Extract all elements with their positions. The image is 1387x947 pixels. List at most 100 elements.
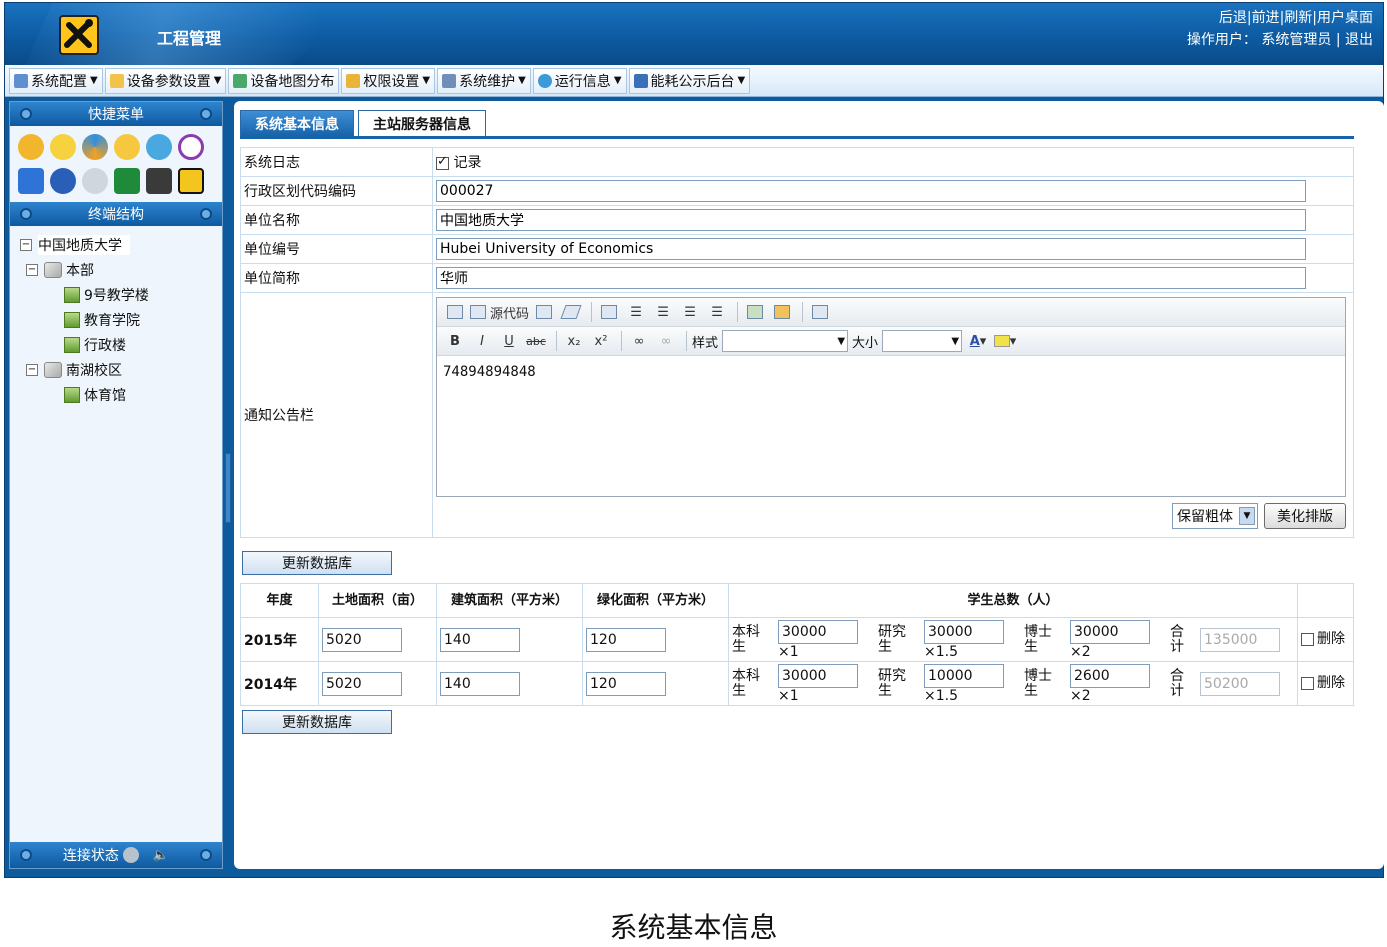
align-justify-icon[interactable]: ☰ [705,301,729,323]
phd-input[interactable]: 30000 [1070,619,1150,644]
tools-icon[interactable] [178,168,204,194]
tree-leaf[interactable]: 行政楼 [20,332,222,357]
land-input[interactable]: 5020 [322,627,402,652]
style-select[interactable]: ▼ [722,330,849,352]
star-icon[interactable] [114,134,140,160]
update-database-button[interactable]: 更新数据库 [242,710,392,734]
menu-device-map[interactable]: 设备地图分布 [228,67,340,94]
align-center-icon[interactable]: ☰ [651,301,675,323]
font-color-icon[interactable]: A ▾ [966,330,990,352]
editor-content[interactable]: 74894894848 [437,356,1345,496]
flash-icon[interactable] [770,301,794,323]
tree-leaf[interactable]: 教育学院 [20,307,222,332]
update-database-button[interactable]: 更新数据库 [242,551,392,575]
collapse-toggle[interactable]: − [20,238,32,251]
align-left-icon[interactable]: ☰ [624,301,648,323]
unlink-icon[interactable]: ∞ [654,330,678,352]
tab-system-basic-info[interactable]: 系统基本信息 [240,110,354,136]
table-icon[interactable] [597,301,621,323]
editor-actions: 保留粗体 ▼ 美化排版 [436,503,1346,529]
strikethrough-icon[interactable]: abc [524,330,548,352]
source-code-button[interactable]: 源代码 [470,301,529,323]
globe-icon[interactable] [50,168,76,194]
settings-icon[interactable] [18,134,44,160]
recycle-icon[interactable] [82,134,108,160]
sidebar-splitter-handle[interactable] [225,453,231,523]
collapse-toggle[interactable]: − [26,363,38,376]
align-right-icon[interactable]: ☰ [678,301,702,323]
forward-link[interactable]: 前进 [1252,10,1280,26]
phd-input[interactable]: 2600 [1070,663,1150,688]
image-icon[interactable] [743,301,767,323]
delete-checkbox[interactable] [1301,633,1314,646]
phd-weight: ×2 [1070,643,1091,660]
subscript-icon[interactable]: x₂ [562,330,586,352]
building-icon [64,286,80,303]
underline-icon[interactable]: U [497,330,521,352]
grad-input[interactable]: 30000 [924,619,1004,644]
size-select[interactable]: ▼ [882,330,963,352]
campus-stats-table: 年度 土地面积（亩） 建筑面积（平方米） 绿化面积（平方米） 学生总数（人） 2… [240,583,1354,706]
terminal-structure-header: 终端结构 [10,202,222,226]
row-year: 2015年 [240,617,319,662]
toolbar-separator [591,302,593,322]
menu-permissions[interactable]: 权限设置 ▼ [341,67,436,94]
tree-leaf[interactable]: 体育馆 [20,382,222,407]
disc-icon[interactable] [82,168,108,194]
pencil-icon[interactable] [50,134,76,160]
tree-branch-main-campus[interactable]: − 本部 [20,257,222,282]
region-code-input[interactable] [436,180,1306,202]
collapse-toggle[interactable]: − [26,263,38,276]
tree-root[interactable]: − 中国地质大学 [20,232,222,257]
source-icon [470,305,486,319]
logout-link[interactable]: 退出 [1345,32,1373,48]
menu-device-params[interactable]: 设备参数设置 ▼ [104,67,227,94]
tools-logo-icon [59,15,99,55]
tree-leaf[interactable]: 9号教学楼 [20,282,222,307]
co-icon[interactable] [114,168,140,194]
refresh-link[interactable]: 刷新 [1284,10,1312,26]
lamp-icon[interactable] [146,168,172,194]
total-label: 合计 [1170,623,1184,655]
beautify-button[interactable]: 美化排版 [1264,503,1346,529]
speaker-icon[interactable]: 🔈 [153,848,169,863]
power-icon[interactable] [178,134,204,160]
grad-input[interactable]: 10000 [924,663,1004,688]
col-header-building: 建筑面积（平方米） [436,583,583,618]
menu-maintenance[interactable]: 系统维护 ▼ [437,67,531,94]
unit-id-input[interactable] [436,238,1306,260]
tree-branch-nanhu-campus[interactable]: − 南湖校区 [20,357,222,382]
delete-checkbox[interactable] [1301,677,1314,690]
land-input[interactable]: 5020 [322,671,402,696]
superscript-icon[interactable]: x² [589,330,613,352]
undergrad-input[interactable]: 30000 [778,663,858,688]
building-input[interactable]: 140 [440,671,520,696]
system-log-checkbox[interactable] [436,154,449,170]
preview-icon[interactable] [532,301,556,323]
wave-icon[interactable] [18,168,44,194]
gear-icon [122,847,139,863]
user-desktop-link[interactable]: 用户桌面 [1317,10,1373,26]
bold-icon[interactable]: B [443,330,467,352]
building-input[interactable]: 140 [440,627,520,652]
tab-master-server-info[interactable]: 主站服务器信息 [358,110,486,136]
back-link[interactable]: 后退 [1219,10,1247,26]
highlight-color-icon[interactable]: ▾ [993,330,1017,352]
format-select[interactable]: 保留粗体 ▼ [1172,503,1258,529]
link-icon[interactable]: ∞ [627,330,651,352]
menu-system-config[interactable]: 系统配置 ▼ [9,67,103,94]
fullscreen-icon[interactable] [443,301,467,323]
eraser-icon[interactable] [559,301,583,323]
menu-runtime-info[interactable]: 运行信息 ▼ [532,67,627,94]
undergrad-label: 本科生 [732,623,760,655]
undergrad-input[interactable]: 30000 [778,619,858,644]
green-input[interactable]: 120 [586,627,666,652]
menu-energy-backend[interactable]: 能耗公示后台 ▼ [628,67,751,94]
row-year: 2014年 [240,661,319,706]
page-break-icon[interactable] [808,301,832,323]
unit-name-input[interactable] [436,209,1306,231]
person-icon[interactable] [146,134,172,160]
italic-icon[interactable]: I [470,330,494,352]
unit-abbr-input[interactable] [436,267,1306,289]
green-input[interactable]: 120 [586,671,666,696]
